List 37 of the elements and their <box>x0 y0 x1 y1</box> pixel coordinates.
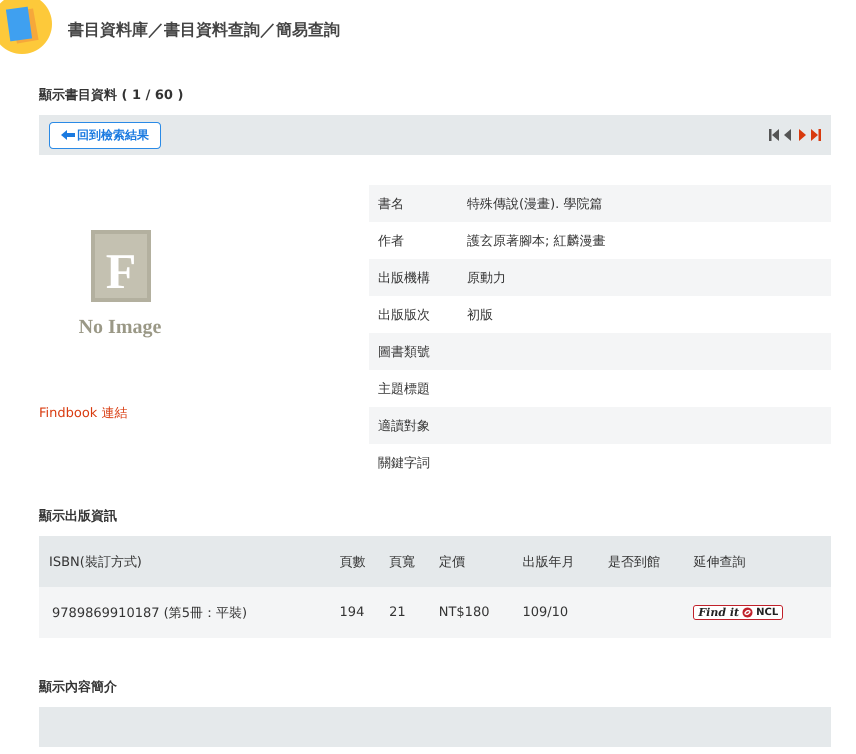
field-label: 書名 <box>369 185 458 222</box>
last-page-icon[interactable] <box>811 129 821 141</box>
column-header: 延伸查詢 <box>693 536 831 587</box>
book-cover-drawing: F <box>91 230 151 302</box>
no-image-caption: No Image <box>78 316 162 338</box>
section-title: 顯示內容簡介 <box>39 678 118 696</box>
field-label: 出版機構 <box>369 259 458 296</box>
table-cell: 9789869910187 (第5冊：平裝) <box>39 587 340 638</box>
section-title: 顯示出版資訊 <box>39 508 118 525</box>
field-label: 主題標題 <box>369 370 458 407</box>
column-header: 頁寬 <box>389 536 439 587</box>
field-label: 關鍵字詞 <box>369 444 458 481</box>
column-header: 定價 <box>438 536 522 587</box>
table-cell: 21 <box>389 587 439 638</box>
column-header: 頁數 <box>340 536 390 587</box>
field-value: 護玄原著腳本; 紅麟漫畫 <box>467 234 606 248</box>
field-value: 特殊傳說(漫畫). 學院篇 <box>467 196 602 212</box>
section-title: 顯示書目資料 ( 1 / 60 ) <box>39 87 184 104</box>
table-cell: 109/10 <box>522 587 608 638</box>
field-value: 初版 <box>467 308 493 322</box>
field-label: 作者 <box>369 222 458 259</box>
field-label: 出版版次 <box>369 296 458 333</box>
field-value: 原動力 <box>467 270 506 286</box>
column-header: 出版年月 <box>522 536 608 587</box>
breadcrumb: 書目資料庫／書目資料查詢／簡易查詢 <box>68 20 340 40</box>
table-cell: 194 <box>340 587 390 638</box>
next-page-icon[interactable] <box>797 129 807 141</box>
table-cell: NT$180 <box>438 587 522 638</box>
arrow-left-icon <box>61 130 75 140</box>
findbook-link[interactable]: Findbook 連結 <box>39 404 128 422</box>
swirl-icon <box>742 607 754 618</box>
field-label: 圖書類號 <box>369 333 458 370</box>
back-button[interactable]: 回到檢索結果 <box>49 122 161 148</box>
find-it-link[interactable]: Find it NCL <box>693 605 784 620</box>
column-header: 是否到館 <box>608 536 694 587</box>
field-label: 適讀對象 <box>369 407 458 444</box>
column-header: ISBN(裝訂方式) <box>39 536 340 587</box>
